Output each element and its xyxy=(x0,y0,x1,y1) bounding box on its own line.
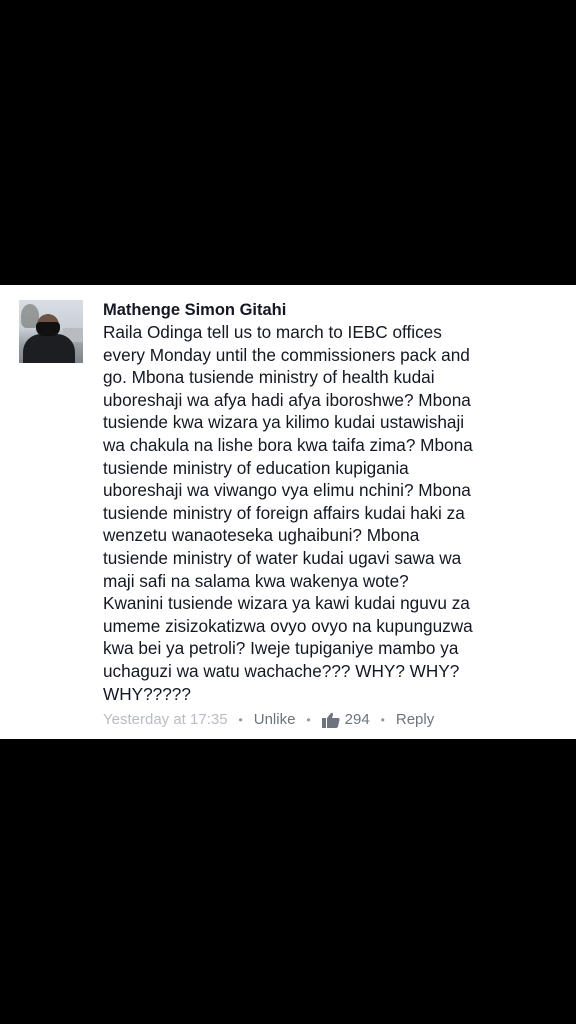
separator-dot: • xyxy=(238,713,243,727)
avatar-body xyxy=(23,334,75,363)
like-count-button[interactable]: 294 xyxy=(321,711,370,729)
top-black-area xyxy=(0,0,576,285)
reply-button[interactable]: Reply xyxy=(396,711,434,729)
separator-dot: • xyxy=(306,713,311,727)
comment-timestamp[interactable]: Yesterday at 17:35 xyxy=(103,711,228,729)
comment-body: Mathenge Simon Gitahi Raila Odinga tell … xyxy=(103,301,473,705)
comment-actions: Yesterday at 17:35 • Unlike • 294 • Repl… xyxy=(103,711,434,729)
like-count: 294 xyxy=(344,711,370,728)
comment-text: Raila Odinga tell us to march to IEBC of… xyxy=(103,322,473,704)
author-name[interactable]: Mathenge Simon Gitahi xyxy=(103,301,473,320)
thumbs-up-icon xyxy=(321,712,340,728)
bottom-black-area xyxy=(0,739,576,1024)
avatar-mask xyxy=(36,322,60,336)
separator-dot: • xyxy=(380,713,385,727)
unlike-button[interactable]: Unlike xyxy=(254,711,296,729)
avatar[interactable] xyxy=(19,300,83,363)
comment-card: Mathenge Simon Gitahi Raila Odinga tell … xyxy=(0,285,576,739)
